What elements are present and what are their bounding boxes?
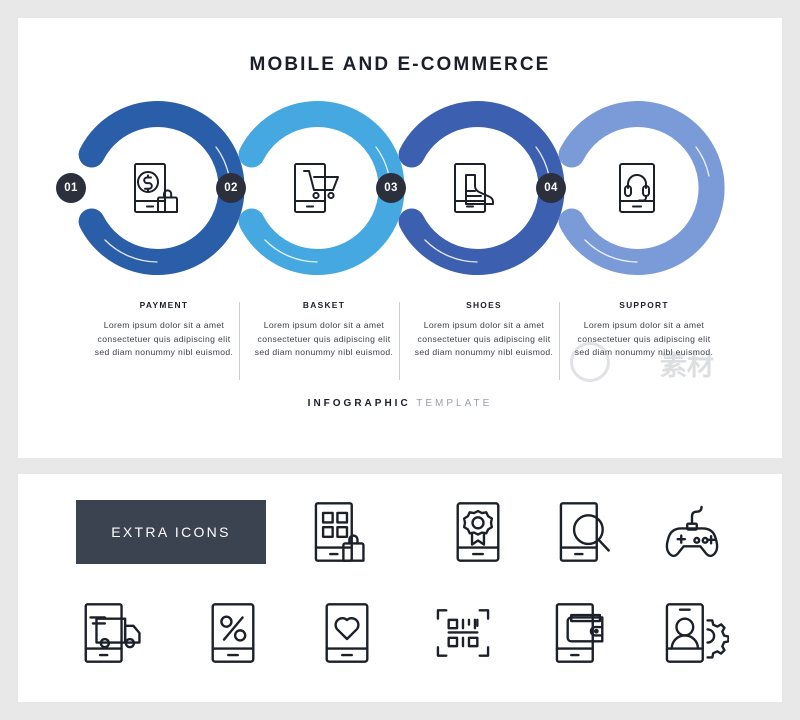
page-title: MOBILE AND E-COMMERCE xyxy=(249,54,551,75)
phone-user-gear-settings-icon[interactable] xyxy=(655,596,729,670)
description-column-support: SUPPORT Lorem ipsum dolor sit a amet con… xyxy=(564,300,724,360)
step-badge-3[interactable]: 03 xyxy=(376,173,406,203)
step-badge-1[interactable]: 01 xyxy=(56,173,86,203)
footer-caption: INFOGRAPHIC TEMPLATE xyxy=(0,398,800,409)
phone-magnifier-search-icon[interactable] xyxy=(549,495,623,569)
column-title: SUPPORT xyxy=(619,300,669,310)
phone-wallet-icon[interactable] xyxy=(545,596,619,670)
description-column-basket: BASKET Lorem ipsum dolor sit a amet cons… xyxy=(244,300,404,360)
step-badge-2[interactable]: 02 xyxy=(216,173,246,203)
phone-product-grid-shopping-bag-icon[interactable] xyxy=(304,495,378,569)
column-body: Lorem ipsum dolor sit a amet consectetue… xyxy=(254,320,394,358)
phone-boot-shoe-icon xyxy=(446,157,508,219)
column-title: SHOES xyxy=(466,300,502,310)
phone-heart-favorite-icon[interactable] xyxy=(310,596,384,670)
column-body: Lorem ipsum dolor sit a amet consectetue… xyxy=(94,320,234,358)
process-rings: 01 02 03 04 xyxy=(0,92,800,284)
infographic-canvas: MOBILE AND E-COMMERCE 01 02 03 04 PAYMEN… xyxy=(0,0,800,720)
footer-bold-text: INFOGRAPHIC xyxy=(307,398,411,409)
phone-percent-discount-icon[interactable] xyxy=(196,596,270,670)
phone-headset-icon xyxy=(606,157,668,219)
description-column-shoes: SHOES Lorem ipsum dolor sit a amet conse… xyxy=(404,300,564,360)
column-body: Lorem ipsum dolor sit a amet consectetue… xyxy=(574,320,714,358)
phone-shopping-cart-icon xyxy=(286,157,348,219)
column-title: BASKET xyxy=(302,300,346,310)
description-column-payment: PAYMENT Lorem ipsum dolor sit a amet con… xyxy=(84,300,244,360)
phone-dollar-coin-shopping-bag-icon xyxy=(126,157,188,219)
column-body: Lorem ipsum dolor sit a amet consectetue… xyxy=(414,320,554,358)
extra-icons-label: EXTRA ICONS xyxy=(76,500,266,564)
phone-delivery-truck-icon[interactable] xyxy=(75,596,149,670)
description-columns: PAYMENT Lorem ipsum dolor sit a amet con… xyxy=(0,300,800,386)
qr-code-scan-icon[interactable] xyxy=(426,596,500,670)
game-controller-icon[interactable] xyxy=(655,495,729,569)
step-badge-4[interactable]: 04 xyxy=(536,173,566,203)
phone-award-ribbon-icon[interactable] xyxy=(441,495,515,569)
column-title: PAYMENT xyxy=(139,300,189,310)
footer-light-text: TEMPLATE xyxy=(416,398,493,409)
